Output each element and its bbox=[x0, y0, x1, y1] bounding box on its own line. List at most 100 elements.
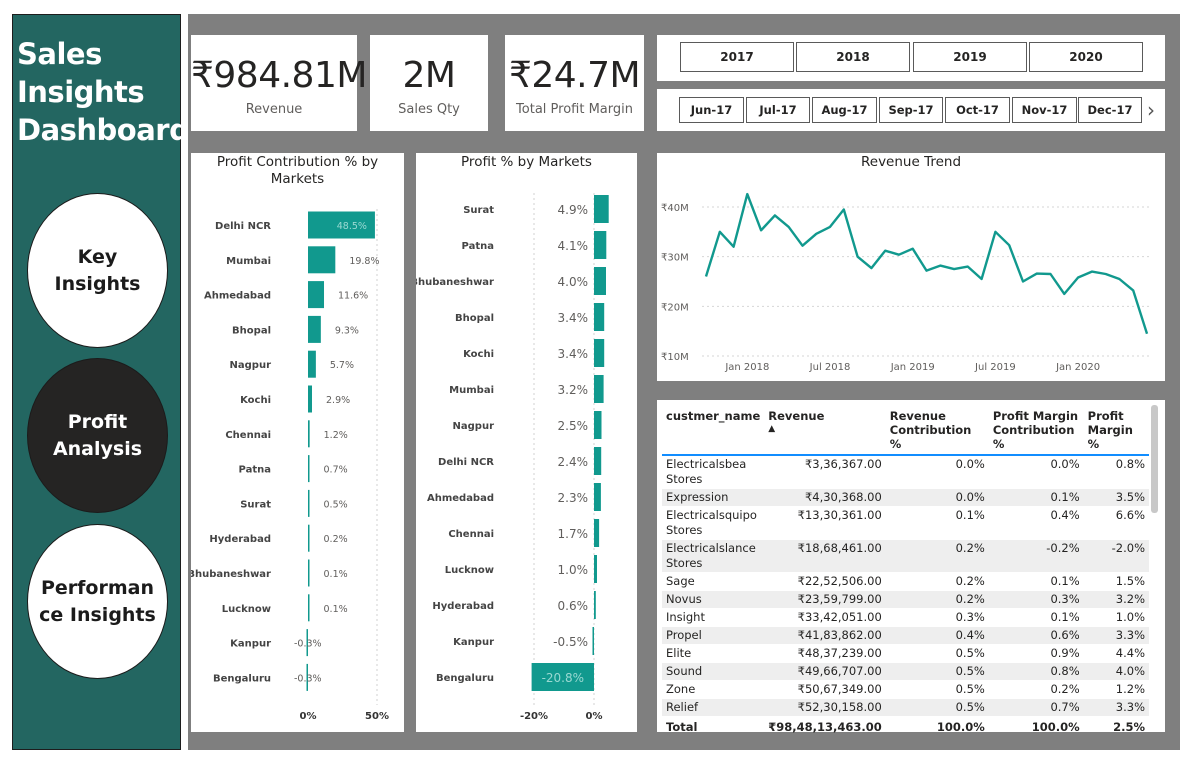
chevron-right-icon[interactable]: › bbox=[1144, 97, 1158, 123]
y-tick-label: ₹40M bbox=[661, 203, 689, 214]
table-cell: ₹41,83,862.00 bbox=[764, 626, 886, 645]
data-label: 4.0% bbox=[558, 275, 589, 289]
table-row[interactable]: Insight ₹33,42,051.00 0.3% 0.1% 1.0% bbox=[662, 608, 1149, 627]
data-label: 9.3% bbox=[335, 325, 359, 336]
bar bbox=[308, 385, 313, 413]
table-cell: ₹4,30,368.00 bbox=[764, 488, 886, 507]
table-cell: 0.2% bbox=[885, 590, 989, 609]
table-cell: 0.5% bbox=[885, 698, 989, 717]
data-label: 3.4% bbox=[558, 311, 589, 325]
data-label: -0.3% bbox=[294, 639, 322, 650]
total-cell: 100.0% bbox=[885, 716, 989, 736]
bar bbox=[308, 455, 310, 483]
year-option-2018[interactable]: 2018 bbox=[796, 42, 910, 72]
year-option-2017[interactable]: 2017 bbox=[680, 42, 794, 72]
table-scrollbar[interactable] bbox=[1151, 405, 1158, 513]
table-header-row: custmer_name Revenue ▲ Revenue Contribut… bbox=[662, 406, 1149, 456]
data-label: 2.9% bbox=[326, 395, 350, 406]
table-cell: 0.4% bbox=[885, 626, 989, 645]
table-cell: 3.3% bbox=[1083, 626, 1149, 645]
table-cell: 0.1% bbox=[885, 506, 989, 540]
revenue-series-line bbox=[704, 192, 1149, 335]
x-tick-label: Jan 2019 bbox=[890, 362, 935, 373]
table-cell: 0.3% bbox=[988, 590, 1084, 609]
dashboard-title: Sales Insights Dashboard bbox=[17, 35, 190, 149]
kpi-label: Sales Qty bbox=[398, 102, 460, 117]
column-header[interactable]: Profit Margin % bbox=[1083, 406, 1149, 456]
month-option[interactable]: Jul-17 bbox=[746, 97, 810, 123]
kpi-label: Total Profit Margin bbox=[516, 102, 633, 117]
nav-key-insights-button[interactable]: Key Insights bbox=[27, 193, 168, 348]
column-header[interactable]: Profit Margin Contribution % bbox=[988, 406, 1084, 456]
data-label: 0.1% bbox=[324, 569, 348, 580]
category-label: Kochi bbox=[240, 395, 271, 406]
table-row[interactable]: Elite ₹48,37,239.00 0.5% 0.9% 4.4% bbox=[662, 644, 1149, 663]
bar bbox=[308, 559, 310, 587]
nav-label-line: ce Insights bbox=[39, 603, 156, 626]
table-cell: 3.2% bbox=[1083, 590, 1149, 609]
column-header[interactable]: custmer_name bbox=[662, 406, 765, 456]
month-option[interactable]: Oct-17 bbox=[945, 97, 1010, 123]
table-cell: Electricalsquipo Stores bbox=[662, 506, 765, 540]
bar bbox=[308, 315, 321, 343]
x-tick-label: Jan 2018 bbox=[724, 362, 769, 373]
data-label: -20.8% bbox=[542, 671, 584, 685]
nav-label-line: Profit bbox=[67, 410, 128, 433]
data-label: 48.5% bbox=[337, 221, 367, 232]
report-canvas: ₹984.81M Revenue 2M Sales Qty ₹24.7M Tot… bbox=[188, 14, 1180, 750]
month-option[interactable]: Sep-17 bbox=[879, 97, 943, 123]
table-cell: 0.3% bbox=[885, 608, 989, 627]
table-cell: 0.0% bbox=[885, 455, 989, 489]
table-cell: 0.9% bbox=[988, 644, 1084, 663]
bar bbox=[592, 627, 594, 655]
profit-contribution-chart: Profit Contribution % by Markets Delhi N… bbox=[191, 153, 404, 732]
table-cell: 0.0% bbox=[988, 455, 1084, 489]
table-row[interactable]: Propel ₹41,83,862.00 0.4% 0.6% 3.3% bbox=[662, 626, 1149, 645]
table-row[interactable]: Electricalsbea Stores ₹3,36,367.00 0.0% 0.0… bbox=[662, 455, 1149, 489]
category-label: Ahmedabad bbox=[204, 291, 271, 302]
table-body: Electricalsbea Stores ₹3,36,367.00 0.0% 0.0… bbox=[662, 455, 1149, 717]
year-option-2019[interactable]: 2019 bbox=[913, 42, 1027, 72]
x-tick-label: 0% bbox=[586, 711, 603, 722]
nav-performance-insights-button[interactable]: Performan ce Insights bbox=[27, 524, 168, 679]
table-cell: 3.5% bbox=[1083, 488, 1149, 507]
nav-profit-analysis-button[interactable]: Profit Analysis bbox=[27, 358, 168, 513]
table-cell: 0.7% bbox=[988, 698, 1084, 717]
year-option-2020[interactable]: 2020 bbox=[1029, 42, 1143, 72]
month-option[interactable]: Jun-17 bbox=[679, 97, 744, 123]
table-cell: Electricalslance Stores bbox=[662, 539, 765, 573]
table-row[interactable]: Sound ₹49,66,707.00 0.5% 0.8% 4.0% bbox=[662, 662, 1149, 681]
table-row[interactable]: Sage ₹22,52,506.00 0.2% 0.1% 1.5% bbox=[662, 572, 1149, 591]
month-option[interactable]: Aug-17 bbox=[812, 97, 877, 123]
data-label: 11.6% bbox=[338, 291, 368, 302]
table-row[interactable]: Novus ₹23,59,799.00 0.2% 0.3% 3.2% bbox=[662, 590, 1149, 609]
table-row[interactable]: Zone ₹50,67,349.00 0.5% 0.2% 1.2% bbox=[662, 680, 1149, 699]
table-cell: ₹13,30,361.00 bbox=[764, 506, 886, 540]
kpi-value: 2M bbox=[402, 55, 456, 96]
column-header[interactable]: Revenue ▲ bbox=[764, 406, 886, 456]
column-header[interactable]: Revenue Contribution % bbox=[885, 406, 989, 456]
nav-label-line: Key bbox=[77, 245, 118, 268]
table-cell: Sage bbox=[662, 572, 765, 591]
table-cell: Insight bbox=[662, 608, 765, 627]
table-row[interactable]: Relief ₹52,30,158.00 0.5% 0.7% 3.3% bbox=[662, 698, 1149, 717]
bar bbox=[594, 195, 609, 223]
kpi-card-profit-margin: ₹24.7M Total Profit Margin bbox=[505, 35, 644, 131]
table-row[interactable]: Electricalslance Stores ₹18,68,461.00 0.2%… bbox=[662, 539, 1149, 573]
category-label: Kanpur bbox=[230, 639, 271, 650]
table-cell: 0.2% bbox=[885, 539, 989, 573]
table-row[interactable]: Electricalsquipo Stores ₹13,30,361.00 0.1%… bbox=[662, 506, 1149, 540]
bar bbox=[594, 411, 602, 439]
month-option[interactable]: Dec-17 bbox=[1078, 97, 1142, 123]
category-label: Patna bbox=[462, 241, 494, 252]
table-cell: ₹52,30,158.00 bbox=[764, 698, 886, 717]
category-label: Bhopal bbox=[455, 313, 494, 324]
year-slicer: 2017 2018 2019 2020 bbox=[657, 35, 1165, 81]
category-label: Bhopal bbox=[232, 325, 271, 336]
sort-ascending-icon[interactable]: ▲ bbox=[768, 424, 882, 434]
table-row[interactable]: Expression ₹4,30,368.00 0.0% 0.1% 3.5% bbox=[662, 488, 1149, 507]
data-label: 1.2% bbox=[324, 430, 348, 441]
kpi-card-revenue: ₹984.81M Revenue bbox=[191, 35, 367, 131]
month-option[interactable]: Nov-17 bbox=[1012, 97, 1077, 123]
data-label: 4.1% bbox=[558, 239, 589, 253]
